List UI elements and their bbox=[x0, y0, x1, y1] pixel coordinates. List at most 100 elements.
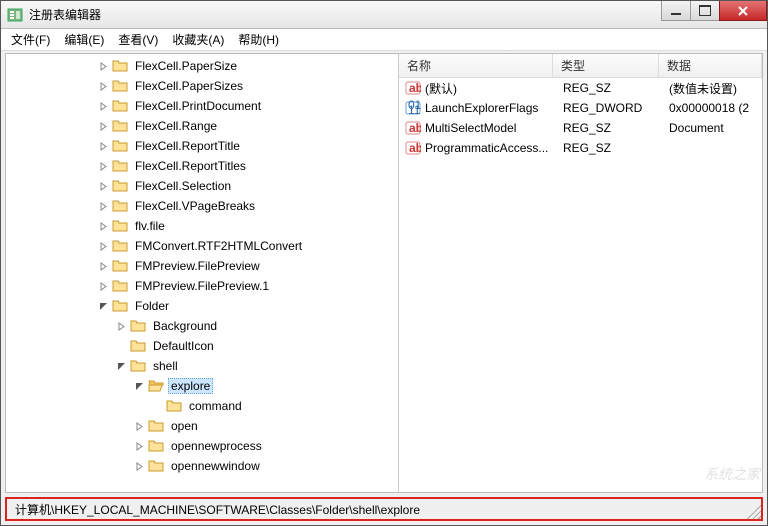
twisty-none bbox=[114, 339, 128, 353]
value-row[interactable]: 011110LaunchExplorerFlagsREG_DWORD0x0000… bbox=[399, 98, 762, 118]
maximize-button[interactable] bbox=[690, 1, 720, 21]
menu-help[interactable]: 帮助(H) bbox=[232, 29, 285, 50]
tree-label[interactable]: Folder bbox=[132, 298, 172, 314]
menu-favorites[interactable]: 收藏夹(A) bbox=[166, 29, 230, 50]
tree-label[interactable]: FlexCell.ReportTitle bbox=[132, 138, 243, 154]
tree-row[interactable]: FlexCell.Selection bbox=[6, 176, 398, 196]
tree-row[interactable]: FlexCell.ReportTitle bbox=[6, 136, 398, 156]
svg-text:ab: ab bbox=[409, 121, 421, 135]
tree-label[interactable]: FlexCell.Selection bbox=[132, 178, 234, 194]
reg-string-icon: ab bbox=[405, 140, 421, 156]
value-name: ProgrammaticAccess... bbox=[425, 141, 559, 155]
tree-row[interactable]: flv.file bbox=[6, 216, 398, 236]
tree-row[interactable]: FlexCell.PrintDocument bbox=[6, 96, 398, 116]
col-type[interactable]: 类型 bbox=[553, 54, 659, 77]
chevron-right-icon[interactable] bbox=[96, 79, 110, 93]
chevron-right-icon[interactable] bbox=[96, 239, 110, 253]
list-body[interactable]: ab(默认)REG_SZ(数值未设置)011110LaunchExplorerF… bbox=[399, 78, 762, 492]
tree-row[interactable]: opennewwindow bbox=[6, 456, 398, 476]
reg-string-icon: ab bbox=[405, 120, 421, 136]
col-name[interactable]: 名称 bbox=[399, 54, 553, 77]
tree-row[interactable]: FlexCell.Range bbox=[6, 116, 398, 136]
tree-label[interactable]: opennewwindow bbox=[168, 458, 263, 474]
value-row[interactable]: ab(默认)REG_SZ(数值未设置) bbox=[399, 78, 762, 98]
close-button[interactable] bbox=[719, 1, 767, 21]
tree-pane[interactable]: FlexCell.PaperSize FlexCell.PaperSizes Fle… bbox=[6, 54, 399, 492]
tree-label[interactable]: FMPreview.FilePreview.1 bbox=[132, 278, 272, 294]
tree-label[interactable]: FMConvert.RTF2HTMLConvert bbox=[132, 238, 305, 254]
folder-icon bbox=[130, 338, 146, 354]
value-data: (数值未设置) bbox=[665, 80, 762, 97]
folder-icon bbox=[112, 78, 128, 94]
tree-row[interactable]: FlexCell.ReportTitles bbox=[6, 156, 398, 176]
tree-label[interactable]: FlexCell.PrintDocument bbox=[132, 98, 264, 114]
tree-row[interactable]: FlexCell.PaperSizes bbox=[6, 76, 398, 96]
chevron-right-icon[interactable] bbox=[132, 419, 146, 433]
tree-label[interactable]: open bbox=[168, 418, 201, 434]
tree-row[interactable]: FlexCell.VPageBreaks bbox=[6, 196, 398, 216]
chevron-right-icon[interactable] bbox=[96, 259, 110, 273]
folder-icon bbox=[112, 258, 128, 274]
tree-row[interactable]: shell bbox=[6, 356, 398, 376]
tree-label[interactable]: explore bbox=[168, 378, 213, 394]
value-row[interactable]: abProgrammaticAccess...REG_SZ bbox=[399, 138, 762, 158]
chevron-down-icon[interactable] bbox=[132, 379, 146, 393]
folder-icon bbox=[130, 318, 146, 334]
tree-label[interactable]: FMPreview.FilePreview bbox=[132, 258, 263, 274]
chevron-right-icon[interactable] bbox=[132, 439, 146, 453]
tree-label[interactable]: FlexCell.PaperSize bbox=[132, 58, 240, 74]
folder-icon bbox=[166, 398, 182, 414]
tree-label[interactable]: FlexCell.PaperSizes bbox=[132, 78, 246, 94]
tree-row[interactable]: opennewprocess bbox=[6, 436, 398, 456]
value-name: MultiSelectModel bbox=[425, 121, 559, 135]
tree-label[interactable]: FlexCell.Range bbox=[132, 118, 220, 134]
statusbar: 计算机\HKEY_LOCAL_MACHINE\SOFTWARE\Classes\… bbox=[5, 497, 763, 521]
menu-file[interactable]: 文件(F) bbox=[5, 29, 56, 50]
minimize-button[interactable] bbox=[661, 1, 691, 21]
registry-tree: FlexCell.PaperSize FlexCell.PaperSizes Fle… bbox=[6, 54, 398, 482]
tree-label[interactable]: shell bbox=[150, 358, 181, 374]
chevron-right-icon[interactable] bbox=[96, 159, 110, 173]
tree-row[interactable]: explore bbox=[6, 376, 398, 396]
chevron-right-icon[interactable] bbox=[96, 59, 110, 73]
chevron-right-icon[interactable] bbox=[96, 219, 110, 233]
chevron-right-icon[interactable] bbox=[96, 179, 110, 193]
chevron-down-icon[interactable] bbox=[96, 299, 110, 313]
tree-label[interactable]: FlexCell.ReportTitles bbox=[132, 158, 249, 174]
titlebar[interactable]: 注册表编辑器 bbox=[1, 1, 767, 29]
folder-icon bbox=[130, 358, 146, 374]
menu-edit[interactable]: 编辑(E) bbox=[58, 29, 110, 50]
folder-icon bbox=[112, 58, 128, 74]
tree-row[interactable]: open bbox=[6, 416, 398, 436]
tree-label[interactable]: flv.file bbox=[132, 218, 168, 234]
chevron-right-icon[interactable] bbox=[96, 139, 110, 153]
tree-label[interactable]: DefaultIcon bbox=[150, 338, 217, 354]
tree-row[interactable]: FMConvert.RTF2HTMLConvert bbox=[6, 236, 398, 256]
tree-row[interactable]: DefaultIcon bbox=[6, 336, 398, 356]
tree-row[interactable]: Folder bbox=[6, 296, 398, 316]
value-type: REG_DWORD bbox=[559, 101, 665, 115]
tree-label[interactable]: command bbox=[186, 398, 245, 414]
chevron-right-icon[interactable] bbox=[132, 459, 146, 473]
tree-row[interactable]: FMPreview.FilePreview.1 bbox=[6, 276, 398, 296]
chevron-down-icon[interactable] bbox=[114, 359, 128, 373]
tree-row[interactable]: command bbox=[6, 396, 398, 416]
tree-label[interactable]: Background bbox=[150, 318, 220, 334]
chevron-right-icon[interactable] bbox=[96, 199, 110, 213]
tree-label[interactable]: FlexCell.VPageBreaks bbox=[132, 198, 258, 214]
chevron-right-icon[interactable] bbox=[96, 279, 110, 293]
chevron-right-icon[interactable] bbox=[96, 119, 110, 133]
tree-row[interactable]: Background bbox=[6, 316, 398, 336]
value-row[interactable]: abMultiSelectModelREG_SZDocument bbox=[399, 118, 762, 138]
app-icon bbox=[7, 7, 23, 23]
col-data[interactable]: 数据 bbox=[659, 54, 762, 77]
tree-label[interactable]: opennewprocess bbox=[168, 438, 265, 454]
svg-text:ab: ab bbox=[409, 141, 421, 155]
tree-row[interactable]: FMPreview.FilePreview bbox=[6, 256, 398, 276]
chevron-right-icon[interactable] bbox=[114, 319, 128, 333]
menu-view[interactable]: 查看(V) bbox=[112, 29, 164, 50]
chevron-right-icon[interactable] bbox=[96, 99, 110, 113]
status-path: 计算机\HKEY_LOCAL_MACHINE\SOFTWARE\Classes\… bbox=[7, 501, 743, 518]
tree-row[interactable]: FlexCell.PaperSize bbox=[6, 56, 398, 76]
resize-grip[interactable] bbox=[743, 501, 761, 519]
